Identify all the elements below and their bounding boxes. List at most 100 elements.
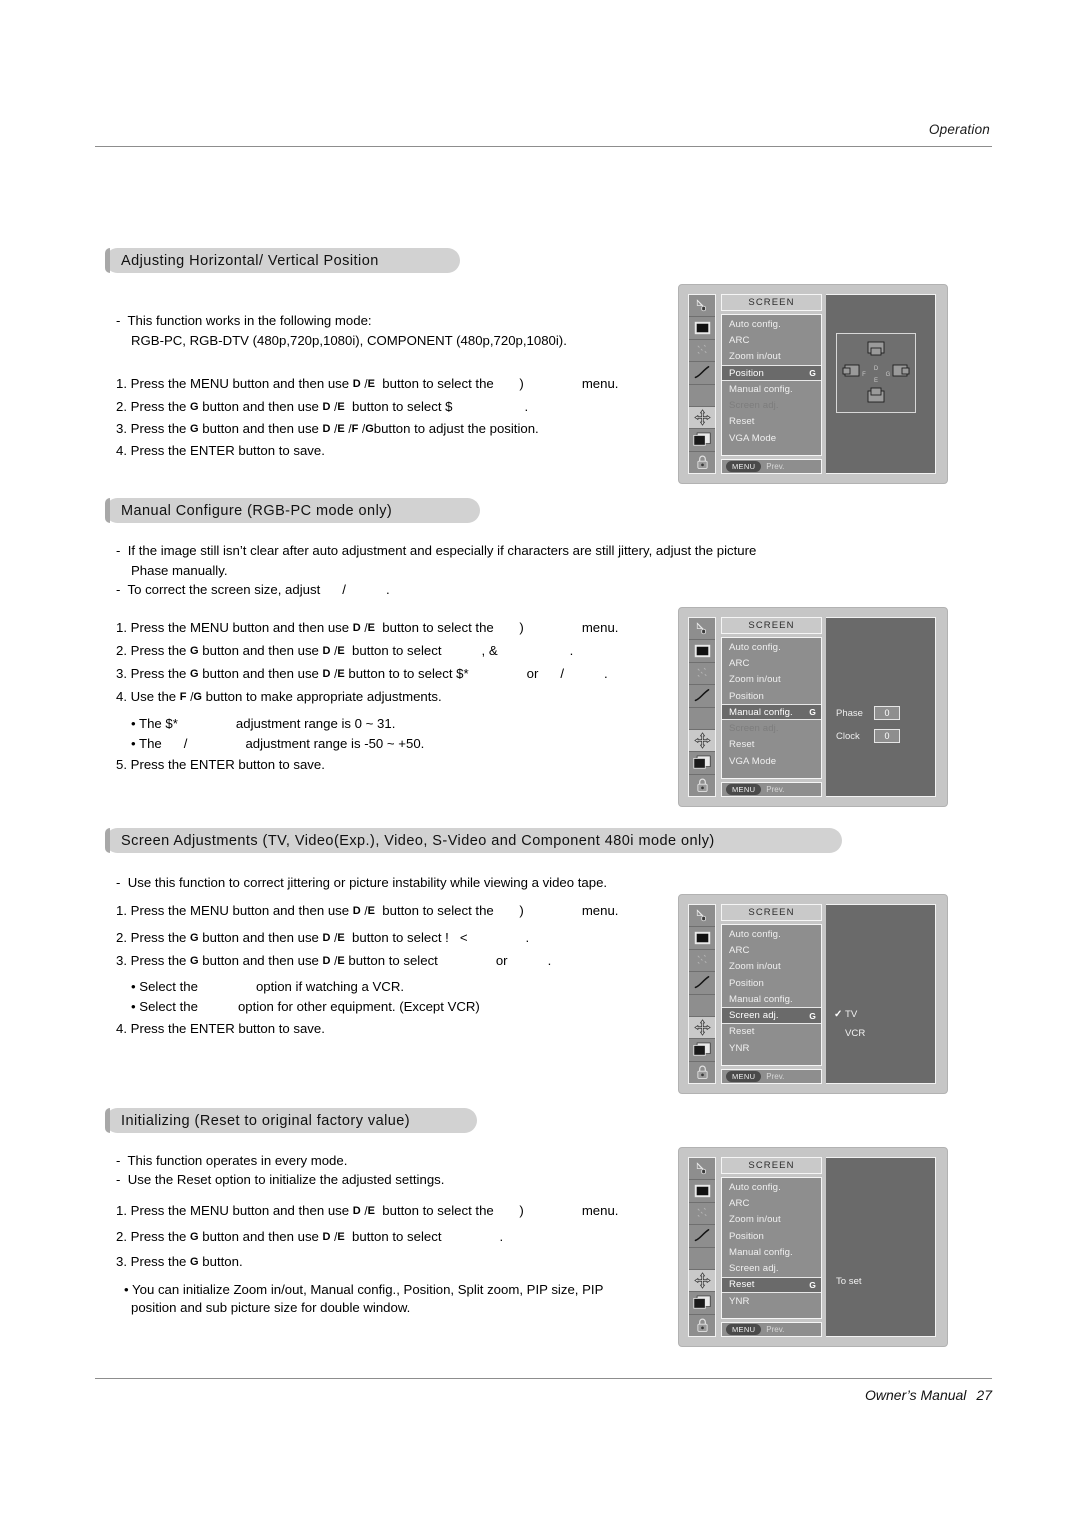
- osd-menu-item-selected[interactable]: Screen adj. G: [722, 1007, 821, 1024]
- s2-step-3-e: /: [560, 666, 565, 681]
- rail-sparkle-icon[interactable]: [689, 1203, 715, 1226]
- rail-pip-icon[interactable]: [689, 429, 715, 452]
- rail-arrows-icon[interactable]: [689, 729, 715, 753]
- rail-lock-icon[interactable]: [689, 1315, 715, 1336]
- key-up: E: [337, 645, 345, 657]
- rail-arrows-icon[interactable]: [689, 1269, 715, 1293]
- option-tv[interactable]: ✓ TV: [834, 1009, 857, 1020]
- rail-arrows-icon[interactable]: [689, 1016, 715, 1040]
- osd-icon-rail: [688, 1157, 716, 1337]
- osd-menu-item-selected[interactable]: Reset G: [722, 1276, 821, 1294]
- osd-menu-item[interactable]: ARC: [722, 942, 821, 958]
- rail-screen-icon[interactable]: [689, 927, 715, 950]
- rail-lock-icon[interactable]: [689, 452, 715, 473]
- s2-step-1-a: 1. Press the MENU button and then use: [116, 620, 350, 635]
- osd-menu-item[interactable]: ARC: [722, 332, 821, 348]
- osd-menu-button[interactable]: MENU: [726, 461, 762, 472]
- s2-step-3-f: .: [604, 666, 608, 681]
- key-right: G: [190, 423, 199, 435]
- rail-blank-icon[interactable]: [689, 1248, 715, 1270]
- osd-figure-1: SCREEN Auto config. ARC Zoom in/out Posi…: [678, 284, 948, 484]
- s2-step-1-c: ): [519, 620, 524, 635]
- osd-menu-item[interactable]: Zoom in/out: [722, 1212, 821, 1228]
- rail-curve-icon[interactable]: [689, 685, 715, 708]
- rail-picture-icon[interactable]: [689, 1158, 715, 1181]
- osd-menu-item-label: ARC: [729, 944, 750, 956]
- osd-menu-column: SCREEN Auto config. ARC Zoom in/out Posi…: [721, 904, 822, 1084]
- osd-menu-item[interactable]: Reset: [722, 414, 821, 430]
- rail-blank-icon[interactable]: [689, 708, 715, 730]
- s4-step-2-a: 2. Press the: [116, 1229, 187, 1244]
- osd-menu-item[interactable]: VGA Mode: [722, 753, 821, 769]
- rail-screen-icon[interactable]: [689, 1180, 715, 1203]
- rail-picture-icon[interactable]: [689, 905, 715, 928]
- osd-menu-item[interactable]: Zoom in/out: [722, 672, 821, 688]
- osd-menu-item[interactable]: Auto config.: [722, 316, 821, 332]
- osd-menu-item[interactable]: Position: [722, 1228, 821, 1244]
- osd-menu-item[interactable]: Manual config.: [722, 991, 821, 1007]
- rail-pip-icon[interactable]: [689, 1039, 715, 1062]
- clock-value[interactable]: 0: [874, 729, 900, 743]
- osd-menu-item-label: Position: [729, 1230, 764, 1242]
- osd-menu-button[interactable]: MENU: [726, 1071, 762, 1082]
- osd-menu-item[interactable]: YNR: [722, 1293, 821, 1309]
- s2-step-4-a: 4. Use the: [116, 689, 177, 704]
- osd-menu-item[interactable]: Auto config.: [722, 1179, 821, 1195]
- key-up: E: [337, 932, 345, 944]
- osd-menu-item[interactable]: Manual config.: [722, 1244, 821, 1260]
- osd-menu-item-selected[interactable]: Position G: [722, 364, 821, 382]
- osd-menu-item[interactable]: Reset: [722, 737, 821, 753]
- rail-blank-icon[interactable]: [689, 385, 715, 407]
- rail-sparkle-icon[interactable]: [689, 663, 715, 686]
- rail-sparkle-icon[interactable]: [689, 340, 715, 363]
- rail-pip-icon[interactable]: [689, 1292, 715, 1315]
- rail-picture-icon[interactable]: [689, 618, 715, 641]
- section-heading-4: Initializing (Reset to original factory …: [105, 1108, 477, 1133]
- osd-prev-label: Prev.: [766, 785, 785, 794]
- rail-lock-icon[interactable]: [689, 775, 715, 796]
- rail-curve-icon[interactable]: [689, 362, 715, 385]
- osd-menu-item[interactable]: Screen adj.: [722, 1260, 821, 1276]
- rail-sparkle-icon[interactable]: [689, 950, 715, 973]
- rail-curve-icon[interactable]: [689, 972, 715, 995]
- rail-lock-icon[interactable]: [689, 1062, 715, 1083]
- osd-menu-item[interactable]: YNR: [722, 1040, 821, 1056]
- osd-menu-item[interactable]: Zoom in/out: [722, 959, 821, 975]
- s3-bullet-1-b: option if watching a VCR.: [255, 979, 405, 994]
- s2-bullet-2-c: adjustment range is -50 ~ +50.: [245, 736, 425, 751]
- osd-menu-item[interactable]: ARC: [722, 655, 821, 671]
- s3-bullet-1-a: • Select the: [131, 979, 198, 994]
- rail-screen-icon[interactable]: [689, 640, 715, 663]
- rail-blank-icon[interactable]: [689, 995, 715, 1017]
- option-vcr[interactable]: VCR: [834, 1028, 865, 1039]
- key-down: D: [322, 932, 331, 944]
- osd-menu-item-label: ARC: [729, 657, 750, 669]
- osd-menu-item[interactable]: Zoom in/out: [722, 349, 821, 365]
- s3-bullet-2: • Select the option for other equipment. …: [131, 997, 480, 1017]
- osd-title: SCREEN: [721, 904, 822, 921]
- osd-menu-item[interactable]: Auto config.: [722, 926, 821, 942]
- rail-picture-icon[interactable]: [689, 295, 715, 318]
- key-down: D: [322, 645, 331, 657]
- rail-curve-icon[interactable]: [689, 1225, 715, 1248]
- osd-menu-item[interactable]: Reset: [722, 1024, 821, 1040]
- s4-step-1-a: 1. Press the MENU button and then use: [116, 1203, 350, 1218]
- rail-pip-icon[interactable]: [689, 752, 715, 775]
- key-right: G: [190, 645, 199, 657]
- osd-menu-item[interactable]: Position: [722, 975, 821, 991]
- osd-menu-button[interactable]: MENU: [726, 1324, 762, 1335]
- phase-value[interactable]: 0: [874, 706, 900, 720]
- osd-menu-item[interactable]: Auto config.: [722, 639, 821, 655]
- osd-menu-item[interactable]: Manual config.: [722, 381, 821, 397]
- osd-menu-button[interactable]: MENU: [726, 784, 762, 795]
- rail-arrows-icon[interactable]: [689, 406, 715, 430]
- s3-step-3-c: button to select: [348, 953, 438, 968]
- osd-menu-item[interactable]: VGA Mode: [722, 430, 821, 446]
- osd-menu-item-selected[interactable]: Manual config. G: [722, 704, 821, 721]
- rail-screen-icon[interactable]: [689, 317, 715, 340]
- osd-menu-item[interactable]: Position: [722, 688, 821, 704]
- s4-step-2: 2. Press the G button and then use D /E …: [116, 1227, 503, 1248]
- osd-menu-item[interactable]: ARC: [722, 1195, 821, 1211]
- osd-menu-list: Auto config. ARC Zoom in/out Position G M…: [721, 314, 822, 456]
- key-left: F: [351, 423, 359, 435]
